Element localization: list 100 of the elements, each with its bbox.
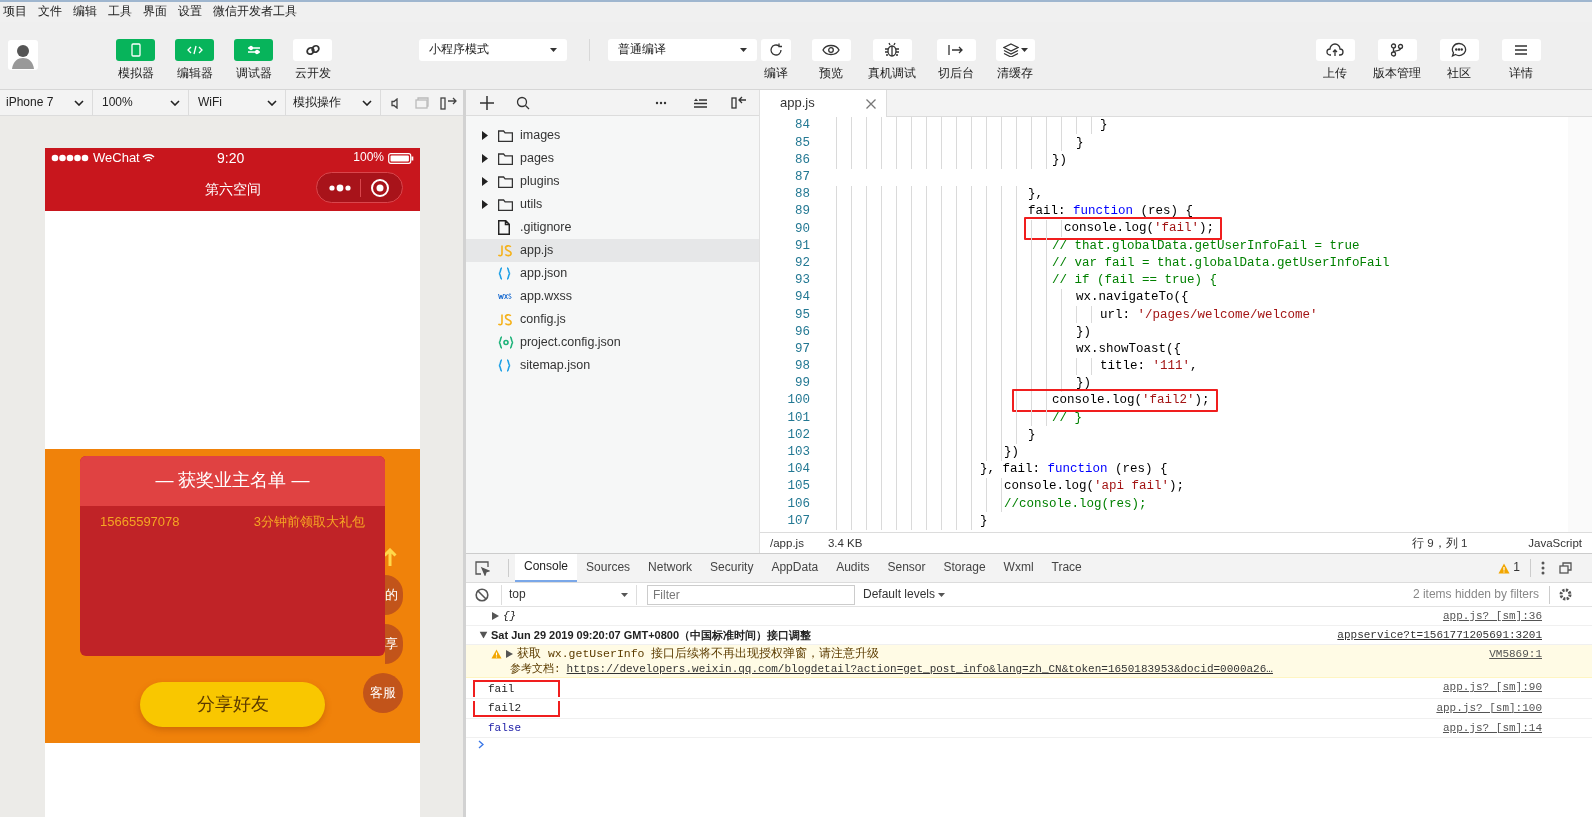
menu-item[interactable]: 文件 <box>38 4 62 20</box>
editor-tab[interactable]: app.js <box>760 90 887 117</box>
toolbar-button[interactable]: 切后台 <box>925 39 987 82</box>
toolbar-button[interactable]: 版本管理 <box>1366 39 1428 82</box>
settings-icon[interactable] <box>1558 587 1573 602</box>
toolbar-button[interactable]: 模拟器 <box>106 39 165 82</box>
menu-item[interactable]: 编辑 <box>73 4 97 20</box>
file-tree-item[interactable]: project.config.json <box>466 331 759 354</box>
side-button[interactable]: 享 <box>385 624 403 664</box>
source-link[interactable]: app.js? [sm]:100 <box>1436 700 1542 715</box>
toolbar-button[interactable]: 云开发 <box>283 39 342 82</box>
add-icon[interactable] <box>480 95 494 110</box>
kebab-icon <box>1541 561 1545 575</box>
menu-item[interactable]: 界面 <box>143 4 167 20</box>
collapse-icon[interactable] <box>694 97 707 108</box>
file-tree-item[interactable]: app.js <box>466 239 759 262</box>
capsule-menu[interactable] <box>316 172 403 203</box>
toolbar-button[interactable]: 真机调试 <box>861 39 923 82</box>
search-icon[interactable] <box>516 95 530 110</box>
more-icon[interactable] <box>655 100 667 105</box>
devtools-tab[interactable]: Wxml <box>994 554 1043 582</box>
share-button[interactable]: 分享好友 <box>140 682 325 727</box>
toggle-icon[interactable] <box>506 650 513 659</box>
gear-braces-icon <box>498 336 514 349</box>
menu-item[interactable]: 设置 <box>178 4 202 20</box>
levels-dropdown[interactable]: Default levels <box>863 586 946 603</box>
source-link[interactable]: app.js? [sm]:90 <box>1442 680 1542 695</box>
devtools-tab[interactable]: Storage <box>934 554 995 582</box>
toolbar-button[interactable]: 详情 <box>1490 39 1552 82</box>
devtools-tab[interactable]: Audits <box>827 554 879 582</box>
line-number: 106 <box>786 495 811 512</box>
gear-icon <box>1558 587 1573 602</box>
toolbar-button[interactable]: 编辑器 <box>165 39 224 82</box>
toolbar-button[interactable]: 上传 <box>1304 39 1366 82</box>
line-number: 96 <box>794 323 811 340</box>
doc-label: 参考文档: <box>510 661 561 677</box>
devtools-tab[interactable]: Sensor <box>878 554 935 582</box>
undock-icon[interactable] <box>1559 562 1572 574</box>
more-icon[interactable] <box>1541 561 1545 575</box>
file-tree-item[interactable]: .gitignore <box>466 216 759 239</box>
devtools-tab[interactable]: Trace <box>1042 554 1091 582</box>
plus-icon <box>480 95 494 110</box>
battery-icon <box>388 152 414 164</box>
line-number: 84 <box>794 117 811 134</box>
side-button[interactable]: 客服 <box>363 673 403 713</box>
toolbar-button[interactable]: 清缓存 <box>987 39 1043 82</box>
devtools-tab[interactable]: AppData <box>762 554 828 582</box>
file-tree-item[interactable]: sitemap.json <box>466 354 759 377</box>
line-number: 102 <box>786 426 811 444</box>
doc-link[interactable]: https://developers.weixin.qq.com/blogdetail?action=get_post_info&lang=zh_CN&token=1650183953&docid=0000a26… <box>566 661 1273 677</box>
source-link[interactable]: appservice?t=1561771205691:3201 <box>1337 628 1542 643</box>
device-dropdown[interactable]: 100% <box>93 90 189 116</box>
devtools-tab[interactable]: Network <box>639 554 702 582</box>
page-title: 第六空间 <box>204 180 261 199</box>
device-dropdown[interactable]: WiFi <box>189 90 286 116</box>
windows-icon <box>1559 562 1572 574</box>
file-tree-item[interactable]: app.json <box>466 262 759 285</box>
toolbar-button[interactable]: 社区 <box>1428 39 1490 82</box>
side-button[interactable]: 的 <box>385 575 403 615</box>
inspect-button[interactable] <box>475 560 490 576</box>
code-line: wx.showToast({ <box>1076 340 1182 358</box>
devtools-tab[interactable]: Console <box>515 554 578 582</box>
toolbar-button[interactable]: 调试器 <box>224 39 283 82</box>
clear-button[interactable] <box>475 587 489 602</box>
close-icon[interactable] <box>866 98 876 109</box>
device-dropdown[interactable]: iPhone 7 <box>0 90 93 116</box>
menu-item[interactable]: 工具 <box>108 4 132 20</box>
panel-icon[interactable] <box>731 96 747 109</box>
file-tree-item[interactable]: images <box>466 124 759 147</box>
devtools-tab[interactable]: Sources <box>577 554 640 582</box>
toolbar-button[interactable]: 预览 <box>801 39 861 82</box>
menu-item[interactable]: 微信开发者工具 <box>213 4 297 20</box>
line-number: 85 <box>794 134 811 151</box>
winners-title: — 获奖业主名单 — <box>80 456 385 506</box>
file-path: /app.js <box>770 535 804 551</box>
filter-field[interactable]: Filter <box>647 584 855 605</box>
mode-select[interactable]: 小程序模式 <box>419 39 567 61</box>
source-link[interactable]: VM5869:1 <box>1489 647 1542 662</box>
js-file-icon <box>498 313 512 326</box>
source-link[interactable]: app.js? [sm]:14 <box>1442 720 1542 736</box>
log-message: fail <box>473 680 560 697</box>
toolbar-button[interactable]: 编译 <box>758 39 794 82</box>
source-link[interactable]: app.js? [sm]:36 <box>1442 609 1542 624</box>
devtools-tab[interactable]: Security <box>701 554 763 582</box>
line-number: 105 <box>786 478 811 495</box>
compile-select[interactable]: 普通编译 <box>608 39 757 61</box>
arrow-bar-icon <box>947 44 965 56</box>
file-tree-item[interactable]: pages <box>466 147 759 170</box>
file-icon <box>498 220 510 235</box>
file-tree-item[interactable]: app.wxss <box>466 285 759 308</box>
toggle-icon[interactable] <box>492 612 499 621</box>
toggle-icon[interactable] <box>479 631 488 639</box>
file-tree-item[interactable]: utils <box>466 193 759 216</box>
device-dropdown[interactable]: 模拟操作 <box>286 90 381 116</box>
file-tree-item[interactable]: config.js <box>466 308 759 331</box>
file-tree-item[interactable]: plugins <box>466 170 759 193</box>
dots-icon <box>655 100 667 105</box>
line-number: 89 <box>794 203 811 220</box>
menu-item[interactable]: 项目 <box>3 4 27 20</box>
context-select[interactable]: top <box>501 584 637 605</box>
